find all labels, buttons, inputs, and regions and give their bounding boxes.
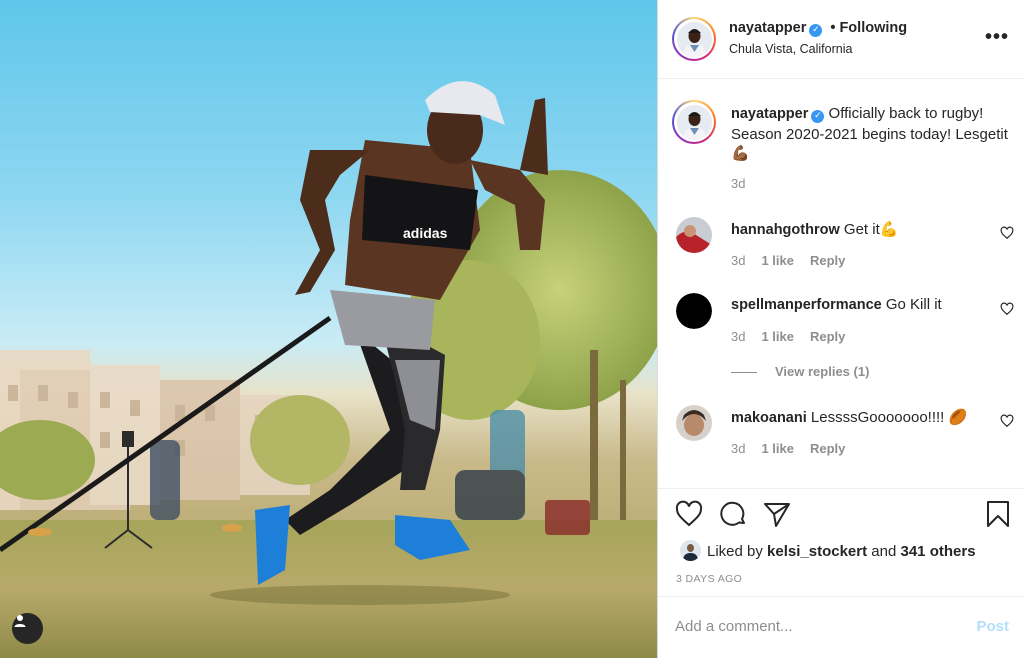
comment-text: Get it💪 bbox=[843, 221, 899, 238]
verified-icon: ✓ bbox=[809, 24, 823, 37]
user-tag-icon bbox=[14, 615, 26, 627]
commenter-avatar[interactable] bbox=[676, 405, 712, 441]
comment-icon[interactable] bbox=[718, 499, 748, 529]
follow-separator: • bbox=[830, 20, 836, 36]
comment-likes[interactable]: 1 like bbox=[761, 441, 794, 456]
post-photo[interactable]: adidas bbox=[0, 0, 657, 658]
following-button[interactable]: Following bbox=[839, 20, 907, 36]
liked-by-joiner: and bbox=[871, 543, 897, 560]
comment-body: hannahgothrow Get it💪 bbox=[731, 220, 898, 238]
liked-by-prefix: Liked by bbox=[707, 543, 763, 560]
commenter-avatar-image bbox=[676, 217, 712, 253]
comment-item: spellmanperformance Go Kill it 3d 1 like R… bbox=[658, 293, 1023, 359]
post-location[interactable]: Chula Vista, California bbox=[729, 42, 852, 56]
reply-button[interactable]: Reply bbox=[810, 329, 845, 344]
comment-heart-icon[interactable] bbox=[1000, 226, 1014, 240]
comment-body: makoanani LessssGooooooo!!!! 🏉 bbox=[731, 408, 967, 426]
comment-item: makoanani LessssGooooooo!!!! 🏉 3d 1 like R… bbox=[658, 405, 1023, 471]
comment-heart-icon[interactable] bbox=[1000, 414, 1014, 428]
commenter-avatar[interactable] bbox=[676, 217, 712, 253]
comments-list[interactable]: nayatapper ✓ Officially back to rugby! Se… bbox=[658, 80, 1023, 488]
user-tag-button[interactable] bbox=[12, 613, 43, 644]
caption-author-avatar[interactable] bbox=[672, 100, 716, 144]
comment-meta: 3d 1 like Reply bbox=[731, 329, 861, 344]
comment-meta: 3d 1 like Reply bbox=[731, 441, 861, 456]
comment-likes[interactable]: 1 like bbox=[761, 253, 794, 268]
shirt-logo: adidas bbox=[403, 225, 448, 241]
caption-avatar-image bbox=[676, 104, 712, 140]
comment-heart-icon[interactable] bbox=[1000, 302, 1014, 316]
commenter-avatar[interactable] bbox=[676, 293, 712, 329]
caption-verified-icon: ✓ bbox=[811, 110, 825, 123]
comment-username[interactable]: hannahgothrow bbox=[731, 222, 840, 238]
replies-divider bbox=[731, 372, 757, 374]
comment-time[interactable]: 3d bbox=[731, 441, 745, 456]
author-username[interactable]: nayatapper bbox=[729, 20, 806, 36]
comment-username[interactable]: spellmanperformance bbox=[731, 297, 882, 313]
likes-summary: Liked by kelsi_stockert and 341 others bbox=[680, 540, 976, 561]
commenter-avatar-image bbox=[676, 293, 712, 329]
comment-time[interactable]: 3d bbox=[731, 253, 745, 268]
comment-input[interactable] bbox=[675, 615, 955, 637]
author-avatar[interactable] bbox=[672, 17, 716, 61]
caption-text-block: nayatapper ✓ Officially back to rugby! Se… bbox=[731, 104, 1011, 164]
view-replies-button[interactable]: View replies (1) bbox=[731, 364, 869, 379]
header-user-line: nayatapper ✓ • Following bbox=[729, 20, 907, 37]
liker-avatar[interactable] bbox=[680, 540, 701, 561]
likes-others-link[interactable]: 341 others bbox=[901, 543, 976, 560]
heart-icon[interactable] bbox=[674, 499, 704, 529]
view-replies-label: View replies (1) bbox=[775, 364, 870, 379]
comment-text: LessssGooooooo!!!! 🏉 bbox=[810, 409, 968, 426]
caption-username[interactable]: nayatapper bbox=[731, 106, 808, 122]
caption-time[interactable]: 3d bbox=[731, 176, 745, 191]
add-comment-bar: Post bbox=[658, 596, 1023, 658]
reply-button[interactable]: Reply bbox=[810, 441, 845, 456]
reply-button[interactable]: Reply bbox=[810, 253, 845, 268]
comment-body: spellmanperformance Go Kill it bbox=[731, 296, 942, 313]
more-options-button[interactable]: ••• bbox=[985, 27, 1009, 47]
comment-likes[interactable]: 1 like bbox=[761, 329, 794, 344]
comment-username[interactable]: makoanani bbox=[731, 410, 807, 426]
commenter-avatar-image bbox=[676, 405, 712, 441]
comment-text: Go Kill it bbox=[885, 296, 942, 313]
bookmark-icon[interactable] bbox=[983, 499, 1013, 529]
comment-item: hannahgothrow Get it💪 3d 1 like Reply bbox=[658, 217, 1023, 283]
comment-time[interactable]: 3d bbox=[731, 329, 745, 344]
liker-avatar-image bbox=[680, 540, 701, 561]
post-sidebar: nayatapper ✓ • Following Chula Vista, Calif… bbox=[657, 0, 1023, 658]
post-timestamp[interactable]: 3 DAYS AGO bbox=[676, 573, 742, 585]
share-icon[interactable] bbox=[762, 499, 792, 529]
post-comment-button[interactable]: Post bbox=[976, 618, 1009, 635]
comment-meta: 3d 1 like Reply bbox=[731, 253, 861, 268]
post-actions: Liked by kelsi_stockert and 341 others 3… bbox=[658, 488, 1023, 596]
author-avatar-image bbox=[676, 21, 712, 57]
liker-username[interactable]: kelsi_stockert bbox=[767, 543, 867, 560]
post-header: nayatapper ✓ • Following Chula Vista, Calif… bbox=[658, 0, 1023, 79]
photo-illustration: adidas bbox=[0, 81, 657, 658]
